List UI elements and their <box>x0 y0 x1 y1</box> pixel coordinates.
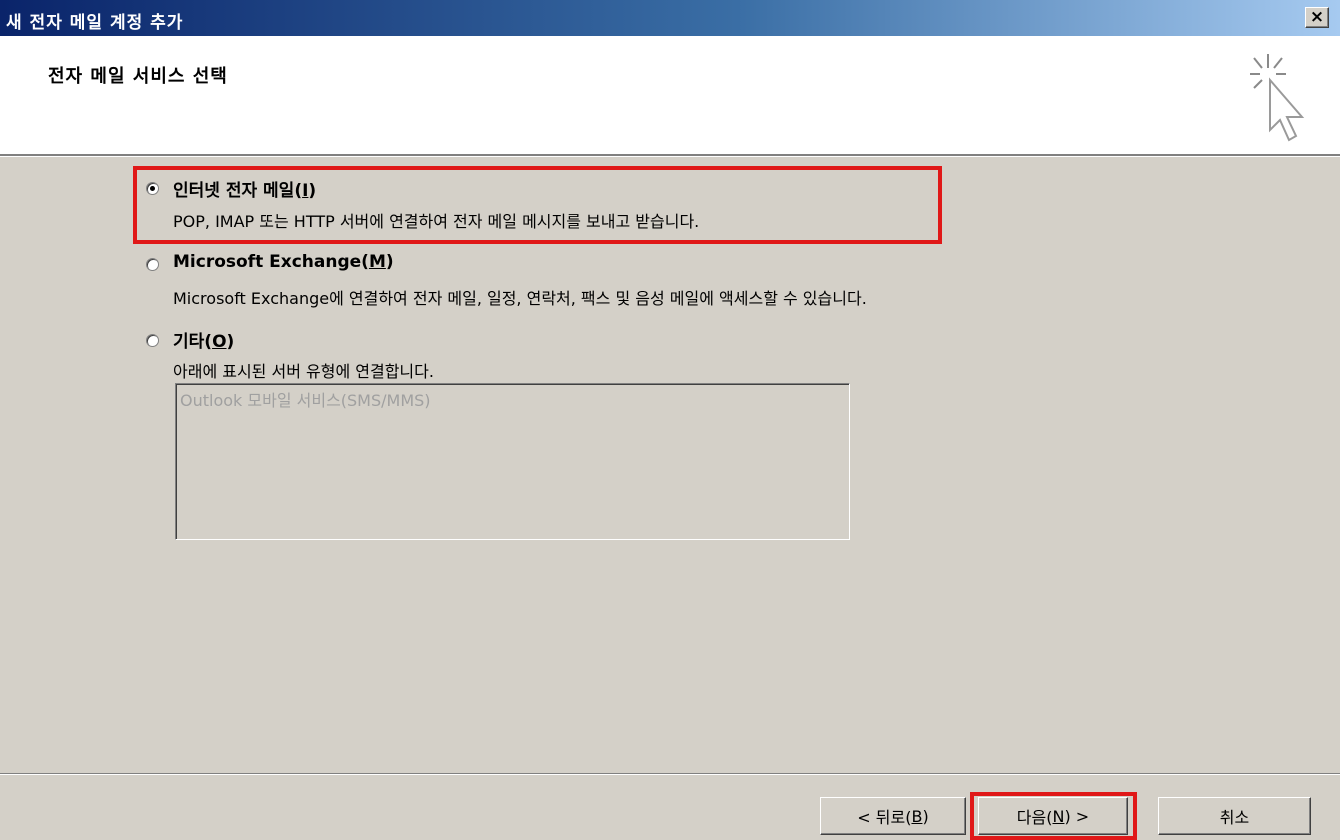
close-button[interactable]: × <box>1305 7 1329 28</box>
option-exchange-label[interactable]: Microsoft Exchange(M) <box>173 252 394 272</box>
other-services-list: Outlook 모바일 서비스(SMS/MMS) <box>175 383 850 540</box>
option-internet-email-label[interactable]: 인터넷 전자 메일(I) <box>173 176 316 201</box>
option-other-label[interactable]: 기타(O) <box>173 327 234 352</box>
next-button-highlight <box>970 792 1137 840</box>
page-title: 전자 메일 서비스 선택 <box>48 66 228 87</box>
list-item: Outlook 모바일 서비스(SMS/MMS) <box>180 391 431 410</box>
window-title: 새 전자 메일 계정 추가 <box>6 13 184 33</box>
title-bar: 새 전자 메일 계정 추가 × <box>0 0 1340 36</box>
option-other-description: 아래에 표시된 서버 유형에 연결합니다. <box>173 362 434 381</box>
option-internet-email-description: POP, IMAP 또는 HTTP 서버에 연결하여 전자 메일 메시지를 보내… <box>173 212 700 231</box>
wizard-cursor-icon <box>1250 54 1305 142</box>
wizard-header: 전자 메일 서비스 선택 <box>0 36 1340 156</box>
radio-microsoft-exchange[interactable] <box>146 258 159 271</box>
option-exchange-description: Microsoft Exchange에 연결하여 전자 메일, 일정, 연락처,… <box>173 289 867 308</box>
back-button[interactable]: < 뒤로(B) <box>820 797 966 835</box>
cancel-button[interactable]: 취소 <box>1158 797 1311 835</box>
radio-other[interactable] <box>146 334 159 347</box>
footer-divider <box>0 773 1340 775</box>
close-icon: × <box>1309 7 1325 27</box>
radio-internet-email[interactable] <box>146 182 159 195</box>
